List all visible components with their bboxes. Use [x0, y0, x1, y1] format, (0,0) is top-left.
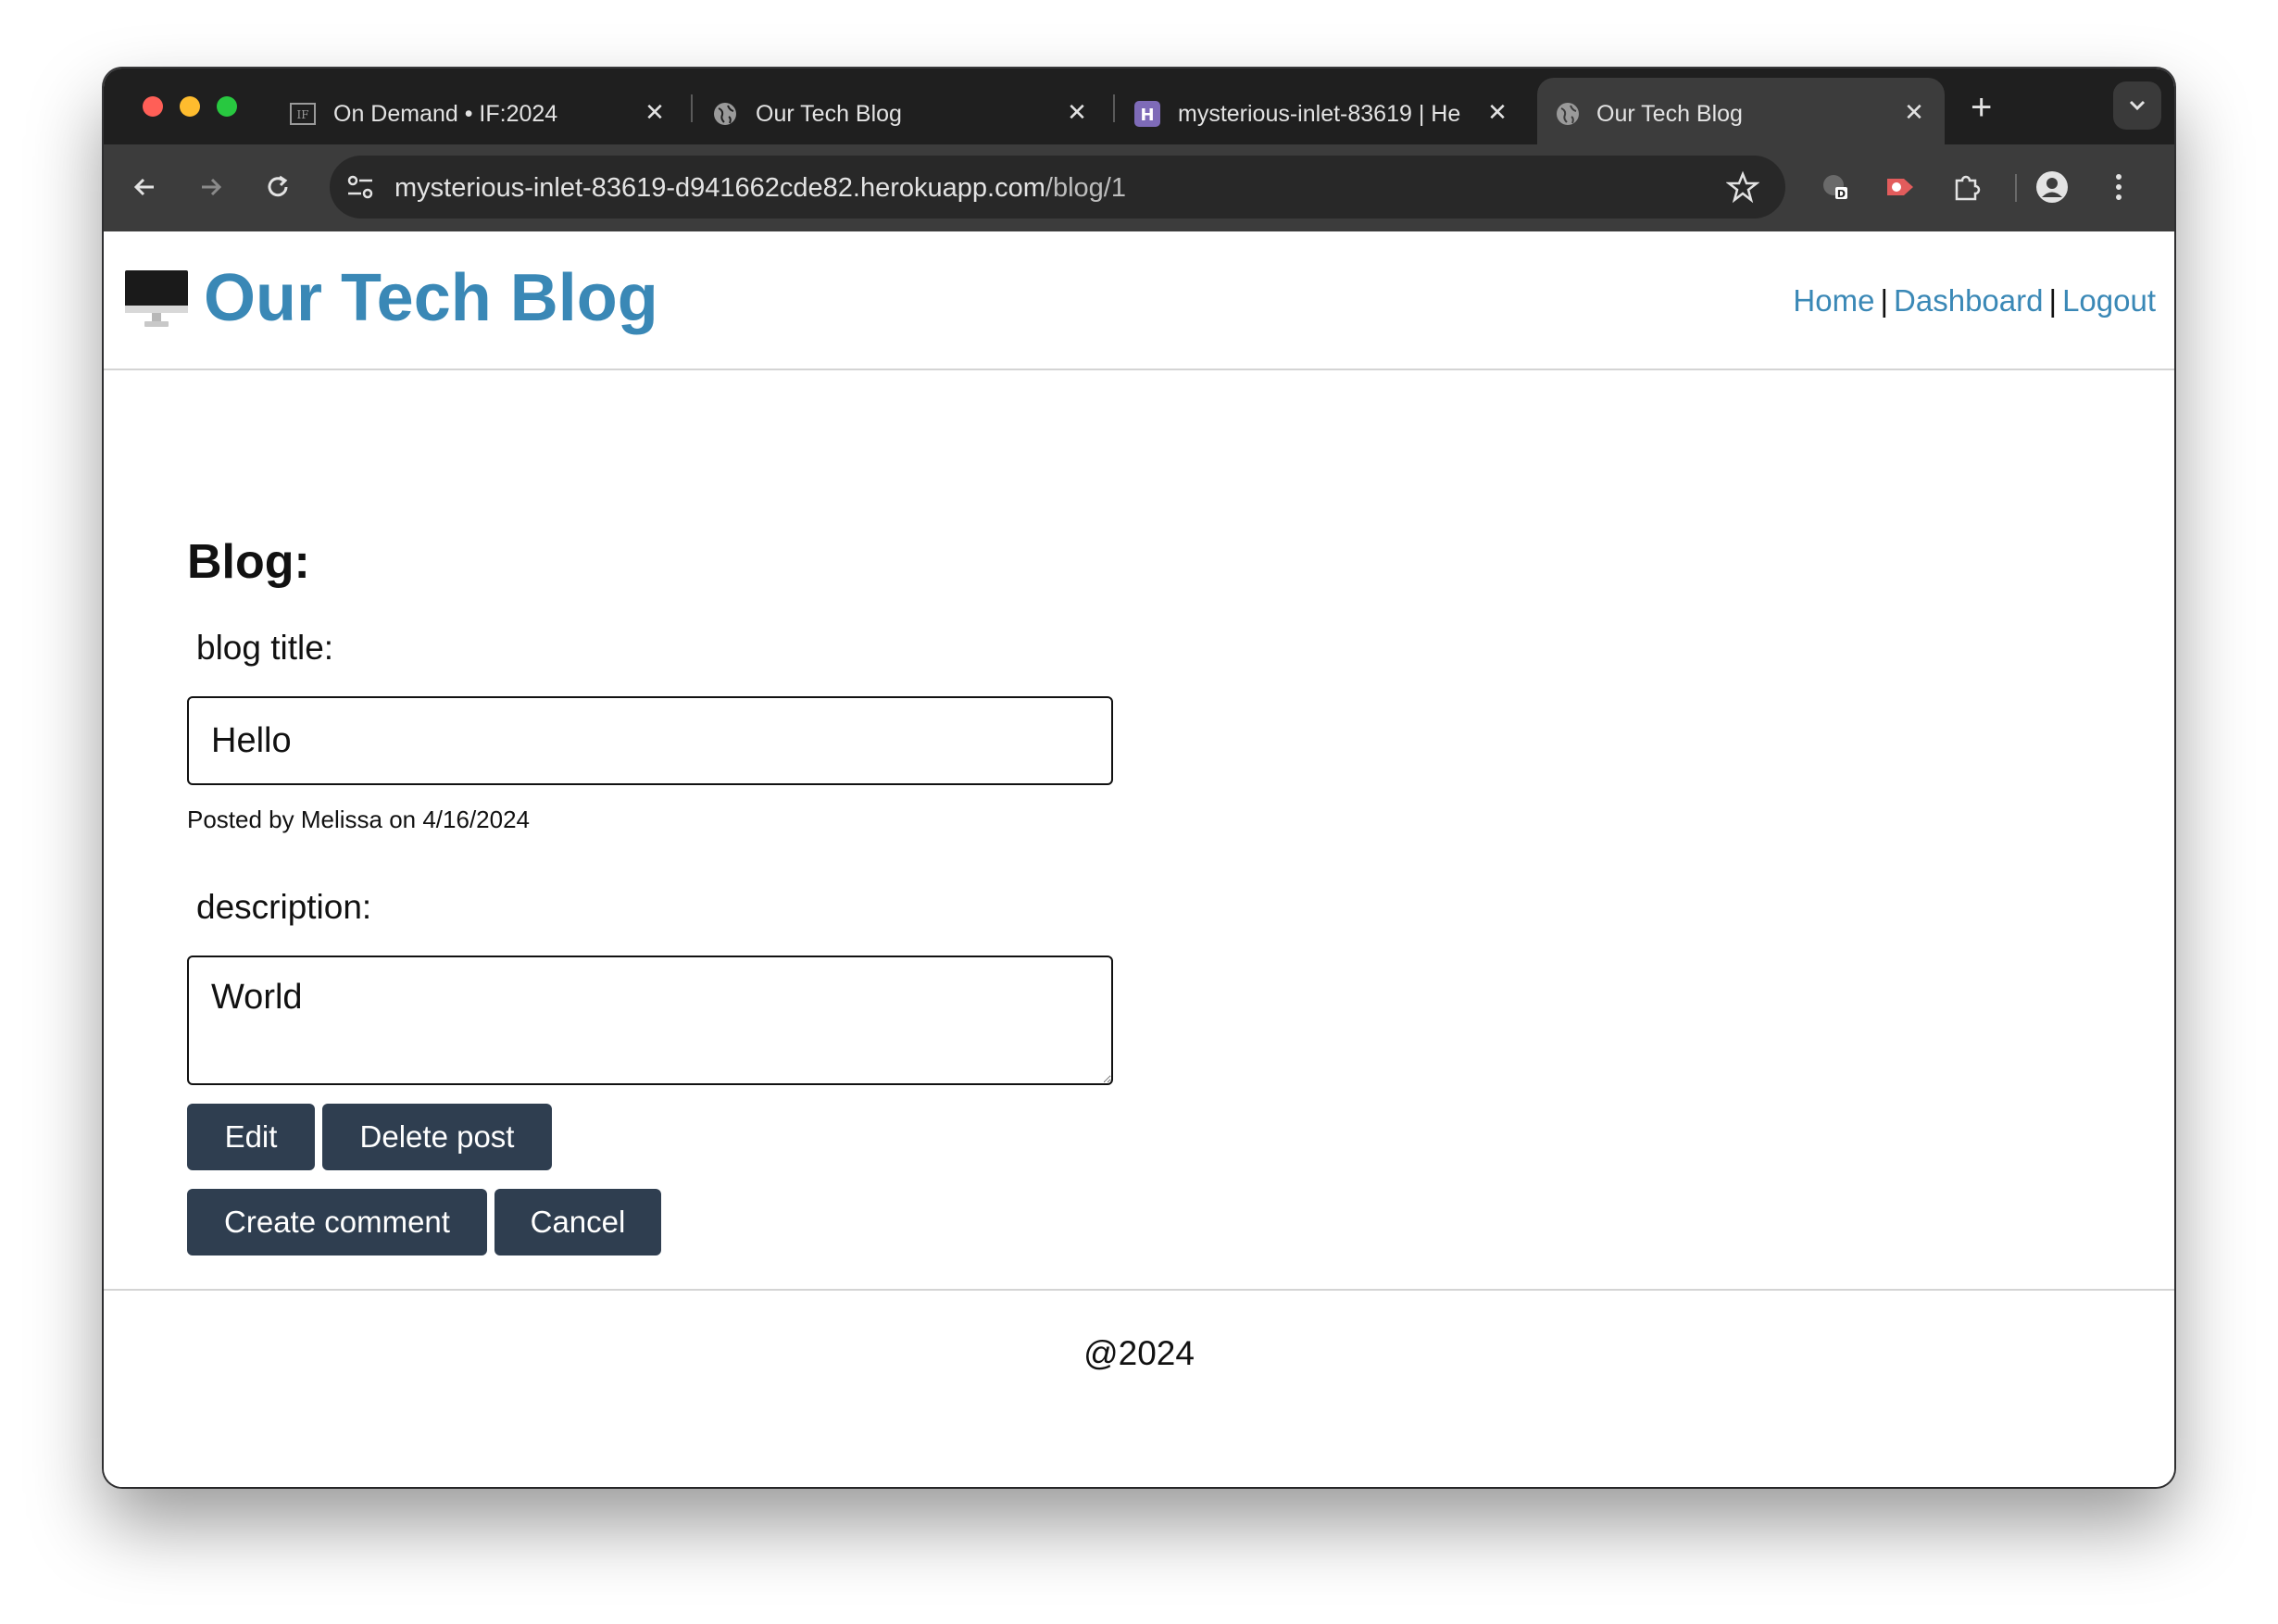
extensions-button[interactable] [1946, 167, 1987, 207]
url-text: mysterious-inlet-83619-d941662cde82.hero… [394, 172, 1126, 204]
nav-logout-link[interactable]: Logout [2062, 283, 2156, 318]
avatar-icon [2036, 171, 2068, 203]
tab-title: Our Tech Blog [756, 101, 902, 127]
tab-title: mysterious-inlet-83619 | He [1178, 101, 1461, 127]
site-footer: @2024 [104, 1289, 2174, 1487]
blog-heading: Blog: [187, 535, 310, 589]
chevron-down-icon [2129, 100, 2146, 111]
address-bar[interactable]: mysterious-inlet-83619-d941662cde82.hero… [330, 156, 1785, 219]
url-host: mysterious-inlet-83619-d941662cde82.hero… [394, 173, 1045, 203]
close-window-button[interactable] [143, 96, 163, 117]
edit-button[interactable]: Edit [187, 1104, 315, 1170]
heroku-logo-icon: H [1134, 101, 1160, 127]
extension-badge-icon: D [1823, 175, 1847, 200]
blog-title-input[interactable] [187, 696, 1113, 785]
arrow-left-icon [133, 178, 154, 196]
description-textarea[interactable]: World [187, 956, 1113, 1085]
tab-on-demand[interactable]: IF On Demand • IF:2024 ✕ [289, 78, 680, 144]
minimize-window-button[interactable] [180, 96, 200, 117]
main-nav: Home | Dashboard | Logout [1793, 281, 2156, 320]
new-tab-button[interactable]: + [1971, 85, 1992, 130]
tab-our-tech-blog-active[interactable]: Our Tech Blog ✕ [1537, 78, 1945, 144]
arrow-right-icon [202, 178, 222, 196]
extension-2-button[interactable] [1880, 167, 1921, 207]
forward-button[interactable] [191, 167, 232, 207]
globe-icon [1557, 103, 1579, 125]
page-content: Our Tech Blog Home | Dashboard | Logout Blog… [104, 231, 2174, 1487]
delete-post-button[interactable]: Delete post [322, 1104, 552, 1170]
kebab-menu-icon [2116, 174, 2122, 200]
description-label: description: [196, 888, 372, 926]
browser-menu-button[interactable] [2098, 167, 2139, 207]
site-title[interactable]: Our Tech Blog [204, 252, 658, 344]
tab-heroku[interactable]: H mysterious-inlet-83619 | He ✕ [1133, 78, 1522, 144]
url-path: /blog/1 [1045, 173, 1126, 203]
nav-dashboard-link[interactable]: Dashboard [1894, 283, 2043, 318]
tab-title: On Demand • IF:2024 [333, 101, 558, 127]
zoom-window-button[interactable] [217, 96, 237, 117]
tab-our-tech-blog[interactable]: Our Tech Blog ✕ [711, 78, 1100, 144]
svg-text:IF: IF [296, 108, 308, 121]
puzzle-icon [1955, 175, 1981, 201]
nav-separator: | [2048, 283, 2058, 318]
close-icon[interactable]: ✕ [1900, 98, 1928, 126]
toolbar-divider [2015, 174, 2017, 202]
monitor-icon [125, 270, 188, 327]
browser-toolbar: mysterious-inlet-83619-d941662cde82.hero… [104, 144, 2174, 231]
if-logo-icon: IF [290, 103, 316, 125]
tab-separator [1113, 94, 1115, 122]
site-settings-icon[interactable] [344, 171, 376, 203]
tab-title: Our Tech Blog [1596, 101, 1743, 127]
close-icon[interactable]: ✕ [641, 98, 669, 126]
nav-separator: | [1880, 283, 1889, 318]
profile-button[interactable] [2032, 167, 2072, 207]
extension-1-button[interactable]: D [1815, 167, 1856, 207]
globe-icon [714, 103, 736, 125]
reload-icon [268, 175, 288, 197]
nav-home-link[interactable]: Home [1793, 283, 1874, 318]
browser-window: IF On Demand • IF:2024 ✕ Our Tech Blog ✕… [104, 69, 2174, 1487]
footer-text: @2024 [1083, 1334, 1195, 1372]
blog-title-label: blog title: [196, 629, 334, 667]
svg-text:D: D [1837, 188, 1846, 200]
tab-strip: IF On Demand • IF:2024 ✕ Our Tech Blog ✕… [104, 69, 2174, 144]
close-icon[interactable]: ✕ [1483, 98, 1511, 126]
close-icon[interactable]: ✕ [1063, 98, 1091, 126]
site-header: Our Tech Blog Home | Dashboard | Logout [104, 231, 2174, 370]
svg-text:H: H [1140, 106, 1154, 125]
screen-recorder-icon [1887, 179, 1913, 195]
tab-separator [691, 94, 693, 122]
create-comment-button[interactable]: Create comment [187, 1189, 487, 1255]
cancel-button[interactable]: Cancel [494, 1189, 661, 1255]
posted-by-text: Posted by Melissa on 4/16/2024 [187, 806, 531, 833]
back-button[interactable] [124, 167, 165, 207]
reload-button[interactable] [257, 167, 298, 207]
bookmark-star-icon[interactable] [1726, 170, 1759, 204]
tab-search-button[interactable] [2113, 81, 2161, 130]
